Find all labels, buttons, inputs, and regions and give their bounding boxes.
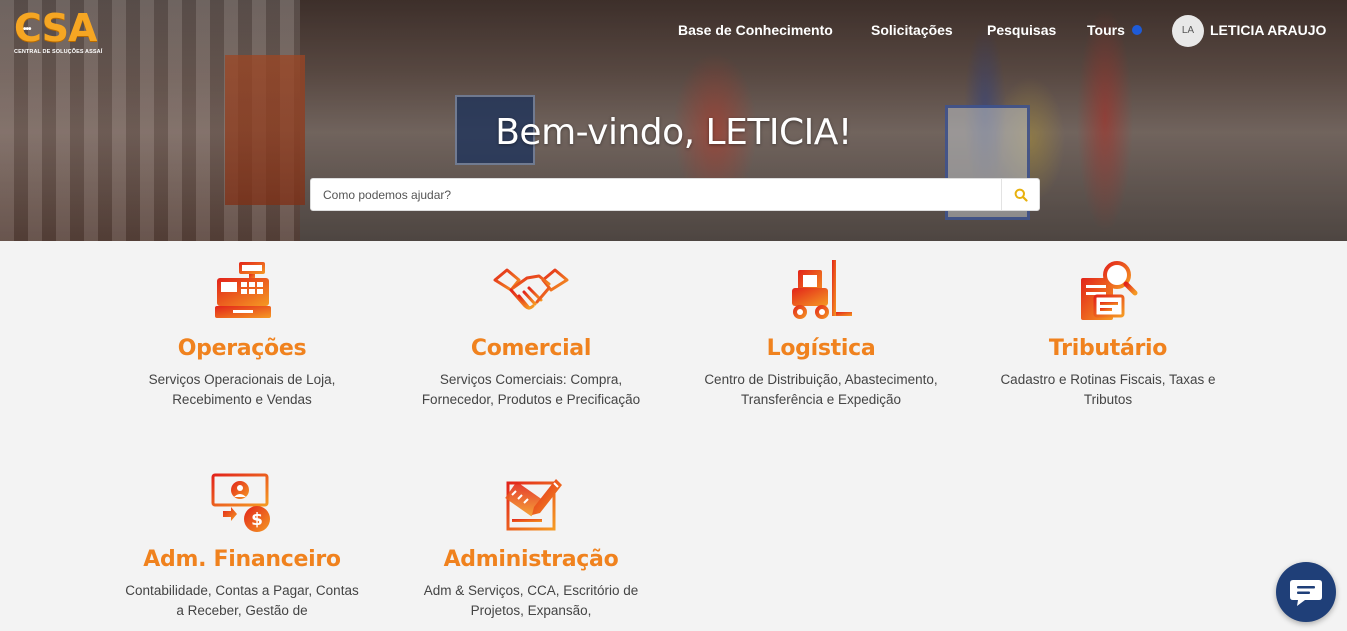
- category-card-tributario[interactable]: Tributário Cadastro e Rotinas Fiscais, T…: [973, 258, 1243, 410]
- category-description: Adm & Serviços, CCA, Escritório de Proje…: [423, 583, 639, 618]
- category-title: Comercial: [470, 336, 592, 361]
- category-card-logistica[interactable]: Logística Centro de Distribuição, Abaste…: [686, 258, 956, 410]
- nav-link-pesquisas[interactable]: Pesquisas: [987, 22, 1056, 40]
- category-title: Adm. Financeiro: [143, 547, 341, 572]
- clipboard-edit-icon: [505, 479, 562, 531]
- forklift-icon: [792, 260, 852, 319]
- nav-link-solicitacoes[interactable]: Solicitações: [871, 22, 953, 40]
- tours-indicator-dot: [1132, 25, 1142, 35]
- chat-bubble-icon: [1290, 580, 1322, 606]
- search-box: [310, 178, 1040, 211]
- category-card-comercial[interactable]: Comercial Serviços Comerciais: Compra, F…: [396, 258, 666, 410]
- user-avatar[interactable]: LA: [1172, 15, 1204, 47]
- search-icon: [1014, 188, 1028, 202]
- handshake-icon: [493, 268, 569, 310]
- tax-document-icon: [1081, 261, 1138, 320]
- category-title: Tributário: [1048, 336, 1168, 361]
- category-title: Administração: [443, 547, 619, 572]
- search-button[interactable]: [1001, 179, 1039, 210]
- category-description: Serviços Operacionais de Loja, Recebimen…: [148, 372, 336, 407]
- svg-text:$: $: [251, 510, 263, 530]
- category-title: Operações: [177, 336, 307, 361]
- category-description: Serviços Comerciais: Compra, Fornecedor,…: [421, 372, 641, 407]
- cash-register-icon: [215, 262, 271, 318]
- csa-logo[interactable]: CSA ••• CENTRAL DE SOLUÇÕES ASSAÍ: [14, 9, 118, 59]
- category-description: Cadastro e Rotinas Fiscais, Taxas e Trib…: [1000, 372, 1216, 407]
- welcome-heading: Bem-vindo, LETICIA!: [495, 112, 852, 153]
- category-card-operacoes[interactable]: Operações Serviços Operacionais de Loja,…: [107, 258, 377, 410]
- nav-link-base-de-conhecimento[interactable]: Base de Conhecimento: [678, 22, 833, 40]
- nav-link-tours[interactable]: Tours: [1087, 22, 1125, 40]
- chat-button[interactable]: [1276, 562, 1336, 622]
- category-card-administracao[interactable]: Administração Adm & Serviços, CCA, Escri…: [396, 469, 666, 621]
- money-transfer-icon: $: [211, 473, 270, 532]
- category-description: Contabilidade, Contas a Pagar, Contas a …: [125, 583, 359, 618]
- user-name[interactable]: LETICIA ARAUJO: [1210, 22, 1326, 38]
- category-card-adm-financeiro[interactable]: $ Adm. Financeiro Contabilidade, Contas …: [107, 469, 377, 621]
- logo-subtitle: CENTRAL DE SOLUÇÕES ASSAÍ: [14, 49, 103, 55]
- logo-chat-dots-icon: •••: [23, 24, 31, 35]
- category-description: Centro de Distribuição, Abastecimento, T…: [704, 372, 938, 407]
- category-title: Logística: [766, 336, 876, 361]
- search-input[interactable]: [311, 179, 1001, 210]
